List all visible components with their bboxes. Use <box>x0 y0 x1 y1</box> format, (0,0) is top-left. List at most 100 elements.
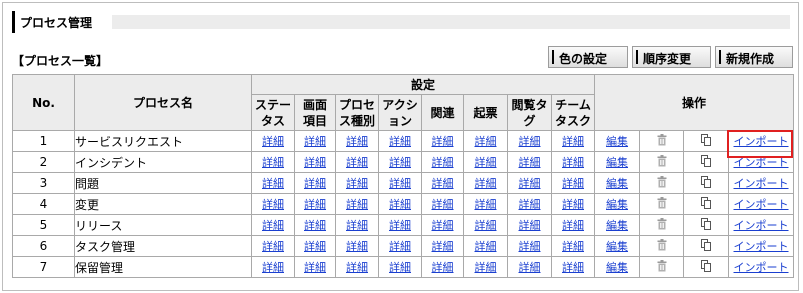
detail-link-view-tag[interactable]: 詳細 <box>519 261 541 274</box>
edit-link[interactable]: 編集 <box>606 198 628 211</box>
import-link[interactable]: インポート <box>734 240 789 253</box>
copy-icon[interactable] <box>701 217 712 233</box>
detail-link-view-tag[interactable]: 詳細 <box>519 135 541 148</box>
import-link[interactable]: インポート <box>734 198 789 211</box>
create-new-button[interactable]: 新規作成 <box>715 46 793 68</box>
detail-link-draft[interactable]: 詳細 <box>475 135 497 148</box>
detail-link-process-type[interactable]: 詳細 <box>346 240 368 253</box>
detail-link-action[interactable]: 詳細 <box>389 177 411 190</box>
detail-link-related[interactable]: 詳細 <box>432 177 454 190</box>
detail-link-related[interactable]: 詳細 <box>432 219 454 232</box>
detail-link-view-tag[interactable]: 詳細 <box>519 240 541 253</box>
edit-link[interactable]: 編集 <box>606 156 628 169</box>
import-link[interactable]: インポート <box>734 177 789 190</box>
detail-link-process-type[interactable]: 詳細 <box>346 261 368 274</box>
copy-icon[interactable] <box>701 259 712 275</box>
edit-link[interactable]: 編集 <box>606 240 628 253</box>
detail-link-team-task[interactable]: 詳細 <box>562 156 584 169</box>
detail-link-draft[interactable]: 詳細 <box>475 198 497 211</box>
table-row: 4 変更 詳細 詳細 詳細 詳細 詳細 詳細 詳細 詳細 編集 インポート <box>12 193 795 215</box>
detail-link-screen-items[interactable]: 詳細 <box>304 135 326 148</box>
trash-icon[interactable] <box>657 259 667 275</box>
detail-link-screen-items[interactable]: 詳細 <box>304 156 326 169</box>
edit-link[interactable]: 編集 <box>606 261 628 274</box>
detail-link-view-tag[interactable]: 詳細 <box>519 219 541 232</box>
detail-link-draft[interactable]: 詳細 <box>475 156 497 169</box>
detail-link-related[interactable]: 詳細 <box>432 198 454 211</box>
detail-link-status[interactable]: 詳細 <box>262 240 284 253</box>
detail-link-status[interactable]: 詳細 <box>262 177 284 190</box>
detail-link-draft[interactable]: 詳細 <box>475 219 497 232</box>
header-team-task: チーム タスク <box>550 94 596 131</box>
detail-link-screen-items[interactable]: 詳細 <box>304 261 326 274</box>
detail-link-action[interactable]: 詳細 <box>389 261 411 274</box>
detail-link-view-tag[interactable]: 詳細 <box>519 156 541 169</box>
detail-link-status[interactable]: 詳細 <box>262 261 284 274</box>
table-row: 7 保留管理 詳細 詳細 詳細 詳細 詳細 詳細 詳細 詳細 編集 インポート <box>12 256 795 278</box>
page-header: プロセス管理 <box>12 11 790 33</box>
row-number: 6 <box>12 235 75 257</box>
trash-icon[interactable] <box>657 238 667 254</box>
detail-link-team-task[interactable]: 詳細 <box>562 177 584 190</box>
detail-link-status[interactable]: 詳細 <box>262 219 284 232</box>
detail-link-process-type[interactable]: 詳細 <box>346 156 368 169</box>
detail-link-related[interactable]: 詳細 <box>432 261 454 274</box>
header-view-tag: 閲覧タグ <box>507 94 552 131</box>
detail-link-view-tag[interactable]: 詳細 <box>519 177 541 190</box>
detail-link-draft[interactable]: 詳細 <box>475 240 497 253</box>
edit-link[interactable]: 編集 <box>606 177 628 190</box>
detail-link-draft[interactable]: 詳細 <box>475 261 497 274</box>
detail-link-action[interactable]: 詳細 <box>389 156 411 169</box>
detail-link-related[interactable]: 詳細 <box>432 240 454 253</box>
header-related: 関連 <box>421 94 464 131</box>
copy-icon[interactable] <box>701 175 712 191</box>
detail-link-status[interactable]: 詳細 <box>262 135 284 148</box>
copy-icon[interactable] <box>701 196 712 212</box>
trash-icon[interactable] <box>657 217 667 233</box>
detail-link-process-type[interactable]: 詳細 <box>346 135 368 148</box>
detail-link-action[interactable]: 詳細 <box>389 198 411 211</box>
detail-link-action[interactable]: 詳細 <box>389 219 411 232</box>
detail-link-action[interactable]: 詳細 <box>389 240 411 253</box>
header-action: アクシ ョン <box>378 94 422 131</box>
detail-link-process-type[interactable]: 詳細 <box>346 219 368 232</box>
detail-link-screen-items[interactable]: 詳細 <box>304 177 326 190</box>
copy-icon[interactable] <box>701 133 712 149</box>
detail-link-action[interactable]: 詳細 <box>389 135 411 148</box>
color-settings-button[interactable]: 色の設定 <box>548 46 628 68</box>
detail-link-screen-items[interactable]: 詳細 <box>304 240 326 253</box>
edit-link[interactable]: 編集 <box>606 219 628 232</box>
detail-link-related[interactable]: 詳細 <box>432 156 454 169</box>
copy-icon[interactable] <box>701 154 712 170</box>
process-name: タスク管理 <box>74 235 252 257</box>
edit-link[interactable]: 編集 <box>606 135 628 148</box>
import-link[interactable]: インポート <box>734 261 789 274</box>
detail-link-view-tag[interactable]: 詳細 <box>519 198 541 211</box>
list-title: 【プロセス一覧】 <box>12 54 109 68</box>
import-link[interactable]: インポート <box>734 219 789 232</box>
detail-link-team-task[interactable]: 詳細 <box>562 135 584 148</box>
trash-icon[interactable] <box>657 175 667 191</box>
detail-link-screen-items[interactable]: 詳細 <box>304 219 326 232</box>
header-operations: 操作 <box>594 74 795 131</box>
trash-icon[interactable] <box>657 133 667 149</box>
process-name: 変更 <box>74 193 252 215</box>
detail-link-team-task[interactable]: 詳細 <box>562 261 584 274</box>
detail-link-status[interactable]: 詳細 <box>262 198 284 211</box>
detail-link-team-task[interactable]: 詳細 <box>562 219 584 232</box>
detail-link-draft[interactable]: 詳細 <box>475 177 497 190</box>
detail-link-team-task[interactable]: 詳細 <box>562 240 584 253</box>
trash-icon[interactable] <box>657 196 667 212</box>
copy-icon[interactable] <box>701 238 712 254</box>
trash-icon[interactable] <box>657 154 667 170</box>
table-row: 3 問題 詳細 詳細 詳細 詳細 詳細 詳細 詳細 詳細 編集 インポート <box>12 172 795 194</box>
detail-link-screen-items[interactable]: 詳細 <box>304 198 326 211</box>
row-number: 3 <box>12 172 75 194</box>
detail-link-related[interactable]: 詳細 <box>432 135 454 148</box>
detail-link-process-type[interactable]: 詳細 <box>346 177 368 190</box>
detail-link-team-task[interactable]: 詳細 <box>562 198 584 211</box>
detail-link-process-type[interactable]: 詳細 <box>346 198 368 211</box>
table-row: 6 タスク管理 詳細 詳細 詳細 詳細 詳細 詳細 詳細 詳細 編集 インポート <box>12 235 795 257</box>
detail-link-status[interactable]: 詳細 <box>262 156 284 169</box>
change-order-button[interactable]: 順序変更 <box>632 46 711 68</box>
